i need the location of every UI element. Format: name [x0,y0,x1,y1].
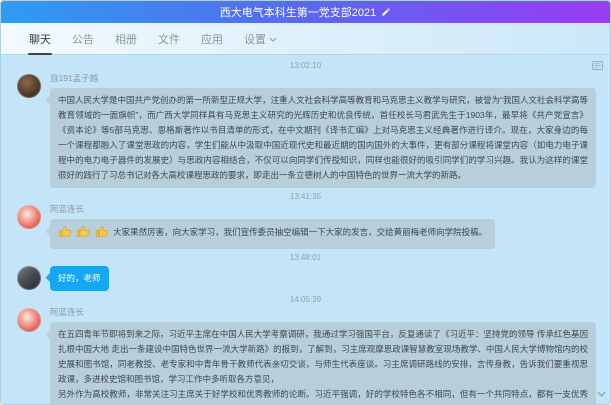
message-text: 中国人民大学是中国共产党创办的第一所新型正规大学，注重人文社会科学高等教育和马克… [58,95,588,180]
avatar[interactable] [17,205,41,229]
tab-apps[interactable]: 应用 [201,31,223,47]
group-chat-window: 西大电气本科生第一党支部2021 聊天 公告 相册 文件 应用 设置 [0,0,611,405]
avatar[interactable] [17,74,41,98]
message-bubble: 好的，老师 [50,266,109,291]
tab-settings-label: 设置 [244,31,266,47]
message-text: 大家果然厉害，向大家学习，我们宣传委员抽空编辑一下大家的发言，交给黄丽梅老师向学… [113,227,487,237]
panel-toggle-icon[interactable] [592,57,603,75]
timestamp: 13:02:10 [1,61,610,70]
chevron-down-icon [269,33,277,45]
tab-files[interactable]: 文件 [158,31,180,47]
sender-name: 阿蓝连长 [50,204,596,215]
edit-title-icon[interactable] [381,7,391,17]
timestamp: 14:05:39 [1,295,610,304]
message-text: 好的，老师 [58,273,101,283]
tab-chat[interactable]: 聊天 [29,31,51,47]
tab-announcements-label: 公告 [72,31,94,47]
tab-apps-label: 应用 [201,31,223,47]
tab-albums[interactable]: 相册 [115,31,137,47]
timestamp: 13:41:35 [1,192,610,201]
message-row: 好的，老师 [1,264,610,291]
sender-name: 阿蓝连长 [50,307,596,318]
message-bubble: 大家果然厉害，向大家学习，我们宣传委员抽空编辑一下大家的发言，交给黄丽梅老师向学… [50,219,495,249]
tab-files-label: 文件 [158,31,180,47]
thumbs-up-icon [58,224,73,244]
message-row: 自191孟子越 中国人民大学是中国共产党创办的第一所新型正规大学，注重人文社会科… [1,72,610,188]
thumbs-up-icon [76,224,91,244]
chat-area[interactable]: 13:02:10 自191孟子越 中国人民大学是中国共产党创办的第一所新型正规大… [1,55,610,404]
scroll-down-icon[interactable] [597,384,606,402]
message-body: 自191孟子越 中国人民大学是中国共产党创办的第一所新型正规大学，注重人文社会科… [50,72,596,188]
tab-settings[interactable]: 设置 [244,31,277,47]
message-body: 好的，老师 [50,264,596,291]
sender-name: 自191孟子越 [50,73,596,84]
thumbs-up-icon [95,224,110,244]
titlebar: 西大电气本科生第一党支部2021 [1,1,610,23]
message-bubble: 中国人民大学是中国共产党创办的第一所新型正规大学，注重人文社会科学高等教育和马克… [50,88,596,188]
tab-chat-label: 聊天 [29,31,51,47]
timestamp: 13:48:01 [1,253,610,262]
message-text: 在五四青年节即将到来之际，习近平主席在中国人民大学考察调研，我通过学习强国平台，… [58,329,590,404]
message-row: 阿蓝连长 在五四青年节即将到来之际，习近平主席在中国人民大学考察调研，我通过学习… [1,306,610,404]
message-body: 阿蓝连长 大家果然厉害，向大家学习，我们宣传委员抽空编辑一下大家的发言，交给黄丽… [50,203,596,249]
group-title: 西大电气本科生第一党支部2021 [220,4,376,20]
tab-announcements[interactable]: 公告 [72,31,94,47]
message-body: 阿蓝连长 在五四青年节即将到来之际，习近平主席在中国人民大学考察调研，我通过学习… [50,306,596,404]
message-bubble: 在五四青年节即将到来之际，习近平主席在中国人民大学考察调研，我通过学习强国平台，… [50,322,596,404]
avatar[interactable] [17,266,41,290]
avatar[interactable] [17,308,41,332]
tab-albums-label: 相册 [115,31,137,47]
tab-bar: 聊天 公告 相册 文件 应用 设置 [1,23,610,55]
message-row: 阿蓝连长 大家果然厉害，向大家学习，我们宣传委员抽空编辑一下大家的发言，交给黄丽… [1,203,610,249]
